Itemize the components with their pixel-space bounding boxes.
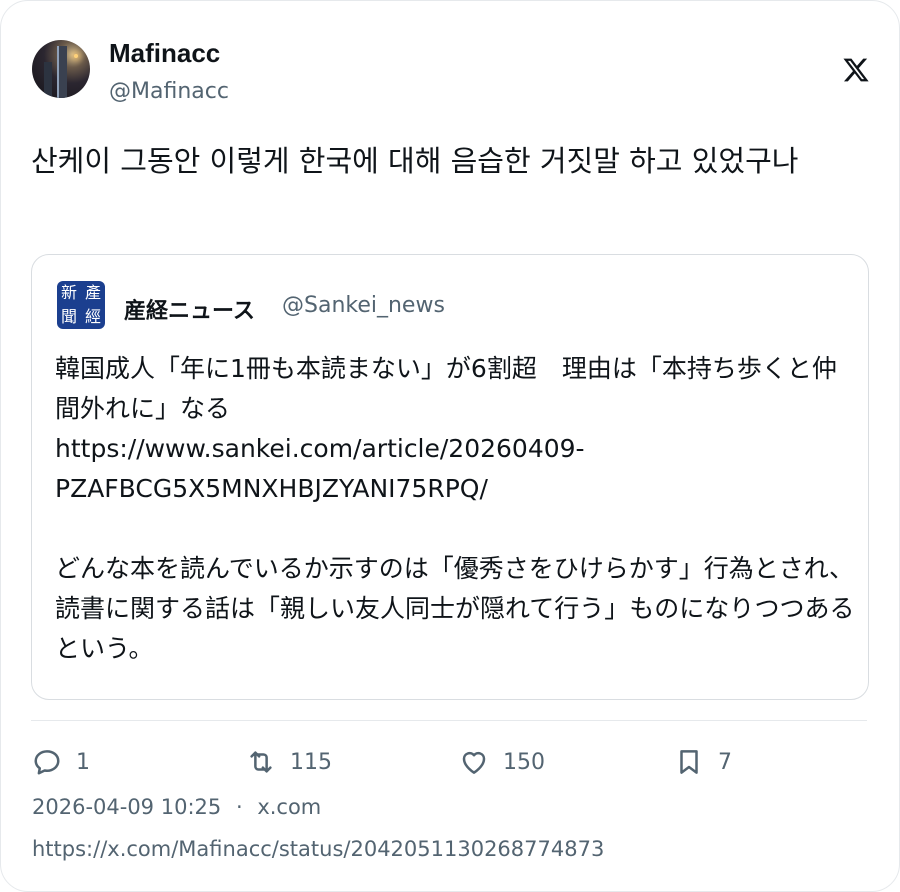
reply-count: 1	[76, 749, 90, 775]
logo-char: 新	[60, 283, 77, 302]
tweet-meta: 2026-04-09 10:25 · x.com	[32, 795, 321, 819]
retweet-count: 115	[290, 749, 332, 775]
like-button[interactable]: 150	[459, 744, 545, 780]
tweet-card: Mafinacc @Mafinacc 산케이 그동안 이렇게 한국에 대해 음습…	[0, 0, 900, 892]
heart-icon	[462, 751, 486, 774]
sankei-logo-icon: 新 產 聞 經	[57, 281, 105, 329]
quoted-tweet[interactable]: 新 產 聞 經 産経ニュース @Sankei_news 韓国成人「年に1冊も本読…	[31, 254, 869, 700]
divider	[31, 720, 867, 721]
logo-char: 經	[84, 307, 101, 326]
tweet-text: 산케이 그동안 이렇게 한국에 대해 음습한 거짓말 하고 있었구나	[31, 144, 799, 178]
logo-char: 產	[84, 283, 101, 302]
reply-button[interactable]: 1	[32, 744, 90, 780]
retweet-button[interactable]: 115	[246, 744, 332, 780]
separator: ·	[235, 795, 243, 819]
quoted-author-handle[interactable]: @Sankei_news	[282, 293, 445, 318]
timestamp[interactable]: 2026-04-09 10:25	[32, 795, 221, 819]
author-handle[interactable]: @Mafinacc	[109, 79, 229, 104]
author-avatar[interactable]	[32, 40, 90, 98]
logo-char: 聞	[60, 307, 77, 326]
quoted-body: 韓国成人「年に1冊も本読まない」が6割超 理由は「本持ち歩くと仲間外れに」なる …	[55, 354, 855, 663]
bookmark-icon	[680, 750, 698, 774]
retweet-arrows-icon	[250, 751, 272, 773]
x-logo-icon[interactable]	[842, 55, 870, 85]
source[interactable]: x.com	[257, 795, 321, 819]
bookmark-button[interactable]: 7	[674, 744, 732, 780]
like-count: 150	[503, 749, 545, 775]
quoted-author-name[interactable]: 産経ニュース	[124, 293, 255, 325]
author-name[interactable]: Mafinacc	[109, 38, 220, 69]
tweet-url[interactable]: https://x.com/Mafinacc/status/2042051130…	[32, 837, 604, 861]
speech-bubble-icon	[34, 750, 60, 775]
bookmark-count: 7	[718, 749, 732, 775]
